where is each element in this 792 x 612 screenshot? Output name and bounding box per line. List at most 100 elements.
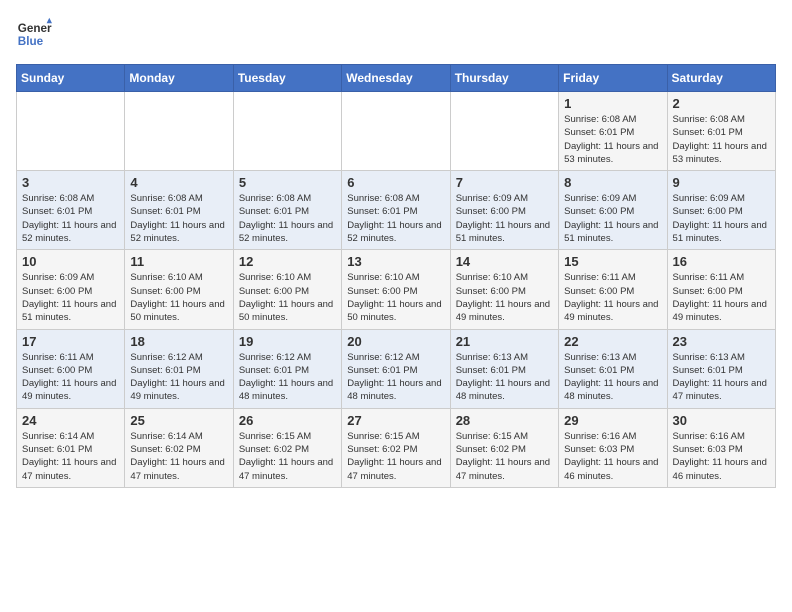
day-number: 26 <box>239 413 336 428</box>
day-number: 5 <box>239 175 336 190</box>
cell-info: Sunrise: 6:12 AMSunset: 6:01 PMDaylight:… <box>239 351 336 404</box>
cell-info: Sunrise: 6:14 AMSunset: 6:02 PMDaylight:… <box>130 430 227 483</box>
weekday-header-monday: Monday <box>125 65 233 92</box>
cell-info: Sunrise: 6:15 AMSunset: 6:02 PMDaylight:… <box>239 430 336 483</box>
calendar-cell: 9Sunrise: 6:09 AMSunset: 6:00 PMDaylight… <box>667 171 775 250</box>
svg-text:General: General <box>18 22 52 35</box>
day-number: 16 <box>673 254 770 269</box>
day-number: 27 <box>347 413 444 428</box>
cell-info: Sunrise: 6:15 AMSunset: 6:02 PMDaylight:… <box>347 430 444 483</box>
calendar-cell <box>17 92 125 171</box>
calendar-week-5: 24Sunrise: 6:14 AMSunset: 6:01 PMDayligh… <box>17 408 776 487</box>
day-number: 19 <box>239 334 336 349</box>
day-number: 8 <box>564 175 661 190</box>
page-header: General Blue <box>16 16 776 52</box>
cell-info: Sunrise: 6:08 AMSunset: 6:01 PMDaylight:… <box>673 113 770 166</box>
calendar-cell: 17 Sunrise: 6:11 AMSunset: 6:00 PMDayligh… <box>17 329 125 408</box>
calendar-cell: 23 Sunrise: 6:13 AMSunset: 6:01 PMDayligh… <box>667 329 775 408</box>
day-number: 2 <box>673 96 770 111</box>
cell-info: Sunrise: 6:13 AMSunset: 6:01 PMDaylight:… <box>673 351 770 404</box>
cell-info: Sunrise: 6:13 AMSunset: 6:01 PMDaylight:… <box>564 351 661 404</box>
cell-info: Sunrise: 6:09 AMSunset: 6:00 PMDaylight:… <box>564 192 661 245</box>
calendar-table: SundayMondayTuesdayWednesdayThursdayFrid… <box>16 64 776 488</box>
day-number: 30 <box>673 413 770 428</box>
calendar-cell <box>125 92 233 171</box>
cell-info: Sunrise: 6:11 AMSunset: 6:00 PMDaylight:… <box>22 351 119 404</box>
calendar-cell: 3 Sunrise: 6:08 AMSunset: 6:01 PMDaylight… <box>17 171 125 250</box>
calendar-cell: 14 Sunrise: 6:10 AMSunset: 6:00 PMDayligh… <box>450 250 558 329</box>
weekday-header-saturday: Saturday <box>667 65 775 92</box>
day-number: 1 <box>564 96 661 111</box>
calendar-cell: 16 Sunrise: 6:11 AMSunset: 6:00 PMDayligh… <box>667 250 775 329</box>
cell-info: Sunrise: 6:08 AMSunset: 6:01 PMDaylight:… <box>22 192 119 245</box>
day-number: 12 <box>239 254 336 269</box>
day-number: 15 <box>564 254 661 269</box>
calendar-cell: 24Sunrise: 6:14 AMSunset: 6:01 PMDayligh… <box>17 408 125 487</box>
calendar-cell: 6Sunrise: 6:08 AMSunset: 6:01 PMDaylight… <box>342 171 450 250</box>
calendar-cell: 25 Sunrise: 6:14 AMSunset: 6:02 PMDayligh… <box>125 408 233 487</box>
day-number: 18 <box>130 334 227 349</box>
cell-info: Sunrise: 6:10 AMSunset: 6:00 PMDaylight:… <box>456 271 553 324</box>
calendar-cell: 18 Sunrise: 6:12 AMSunset: 6:01 PMDayligh… <box>125 329 233 408</box>
calendar-header-row: SundayMondayTuesdayWednesdayThursdayFrid… <box>17 65 776 92</box>
calendar-cell: 8 Sunrise: 6:09 AMSunset: 6:00 PMDaylight… <box>559 171 667 250</box>
weekday-header-friday: Friday <box>559 65 667 92</box>
weekday-header-tuesday: Tuesday <box>233 65 341 92</box>
cell-info: Sunrise: 6:08 AMSunset: 6:01 PMDaylight:… <box>130 192 227 245</box>
calendar-cell: 1Sunrise: 6:08 AMSunset: 6:01 PMDaylight… <box>559 92 667 171</box>
calendar-cell: 28 Sunrise: 6:15 AMSunset: 6:02 PMDayligh… <box>450 408 558 487</box>
calendar-week-2: 3 Sunrise: 6:08 AMSunset: 6:01 PMDaylight… <box>17 171 776 250</box>
calendar-cell: 21Sunrise: 6:13 AMSunset: 6:01 PMDayligh… <box>450 329 558 408</box>
calendar-cell: 19 Sunrise: 6:12 AMSunset: 6:01 PMDayligh… <box>233 329 341 408</box>
day-number: 10 <box>22 254 119 269</box>
calendar-week-4: 17 Sunrise: 6:11 AMSunset: 6:00 PMDayligh… <box>17 329 776 408</box>
cell-info: Sunrise: 6:16 AMSunset: 6:03 PMDaylight:… <box>673 430 770 483</box>
calendar-week-1: 1 Sunrise: 6:08 AMSunset: 6:01 PMDaylight… <box>17 92 776 171</box>
day-number: 22 <box>564 334 661 349</box>
day-number: 3 <box>22 175 119 190</box>
day-number: 23 <box>673 334 770 349</box>
calendar-cell: 29 Sunrise: 6:16 AMSunset: 6:03 PMDayligh… <box>559 408 667 487</box>
calendar-cell: 7 Sunrise: 6:09 AMSunset: 6:00 PMDaylight… <box>450 171 558 250</box>
calendar-cell: 13Sunrise: 6:10 AMSunset: 6:00 PMDayligh… <box>342 250 450 329</box>
logo-icon: General Blue <box>16 16 52 52</box>
day-number: 29 <box>564 413 661 428</box>
day-number: 7 <box>456 175 553 190</box>
logo: General Blue <box>16 16 52 52</box>
calendar-cell: 2 Sunrise: 6:08 AMSunset: 6:01 PMDaylight… <box>667 92 775 171</box>
day-number: 28 <box>456 413 553 428</box>
calendar-cell <box>450 92 558 171</box>
day-number: 9 <box>673 175 770 190</box>
day-number: 17 <box>22 334 119 349</box>
day-number: 25 <box>130 413 227 428</box>
calendar-cell: 15 Sunrise: 6:11 AMSunset: 6:00 PMDayligh… <box>559 250 667 329</box>
day-number: 11 <box>130 254 227 269</box>
cell-info: Sunrise: 6:10 AMSunset: 6:00 PMDaylight:… <box>239 271 336 324</box>
cell-info: Sunrise: 6:08 AMSunset: 6:01 PMDaylight:… <box>239 192 336 245</box>
cell-info: Sunrise: 6:13 AMSunset: 6:01 PMDaylight:… <box>456 351 553 404</box>
cell-info: Sunrise: 6:15 AMSunset: 6:02 PMDaylight:… <box>456 430 553 483</box>
day-number: 24 <box>22 413 119 428</box>
calendar-cell: 20Sunrise: 6:12 AMSunset: 6:01 PMDayligh… <box>342 329 450 408</box>
cell-info: Sunrise: 6:11 AMSunset: 6:00 PMDaylight:… <box>673 271 770 324</box>
calendar-cell: 22 Sunrise: 6:13 AMSunset: 6:01 PMDayligh… <box>559 329 667 408</box>
day-number: 13 <box>347 254 444 269</box>
cell-info: Sunrise: 6:11 AMSunset: 6:00 PMDaylight:… <box>564 271 661 324</box>
svg-text:Blue: Blue <box>18 35 44 48</box>
calendar-cell <box>342 92 450 171</box>
calendar-cell: 4Sunrise: 6:08 AMSunset: 6:01 PMDaylight… <box>125 171 233 250</box>
calendar-week-3: 10 Sunrise: 6:09 AMSunset: 6:00 PMDayligh… <box>17 250 776 329</box>
cell-info: Sunrise: 6:08 AMSunset: 6:01 PMDaylight:… <box>347 192 444 245</box>
cell-info: Sunrise: 6:12 AMSunset: 6:01 PMDaylight:… <box>130 351 227 404</box>
calendar-cell: 10 Sunrise: 6:09 AMSunset: 6:00 PMDayligh… <box>17 250 125 329</box>
calendar-cell: 26 Sunrise: 6:15 AMSunset: 6:02 PMDayligh… <box>233 408 341 487</box>
weekday-header-thursday: Thursday <box>450 65 558 92</box>
weekday-header-wednesday: Wednesday <box>342 65 450 92</box>
calendar-cell: 5 Sunrise: 6:08 AMSunset: 6:01 PMDaylight… <box>233 171 341 250</box>
cell-info: Sunrise: 6:09 AMSunset: 6:00 PMDaylight:… <box>22 271 119 324</box>
calendar-cell: 12 Sunrise: 6:10 AMSunset: 6:00 PMDayligh… <box>233 250 341 329</box>
calendar-cell: 27 Sunrise: 6:15 AMSunset: 6:02 PMDayligh… <box>342 408 450 487</box>
cell-info: Sunrise: 6:16 AMSunset: 6:03 PMDaylight:… <box>564 430 661 483</box>
day-number: 14 <box>456 254 553 269</box>
cell-info: Sunrise: 6:09 AMSunset: 6:00 PMDaylight:… <box>456 192 553 245</box>
